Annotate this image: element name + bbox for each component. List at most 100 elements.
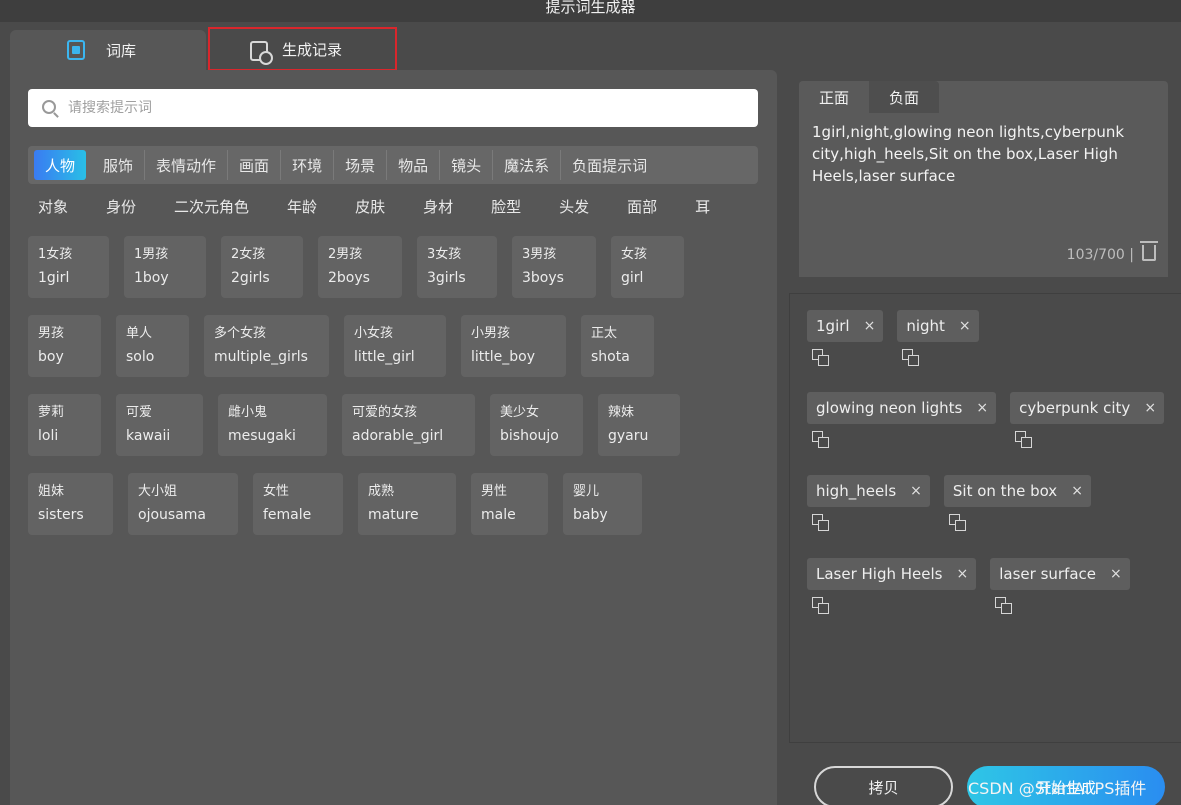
prompt-tag[interactable]: 1girl × (807, 310, 884, 342)
book-icon (67, 40, 85, 60)
tab-positive[interactable]: 正面 (799, 81, 869, 113)
category-tab[interactable]: 魔法系 (493, 150, 562, 180)
card-en: kawaii (126, 428, 171, 444)
category-tab[interactable]: 服饰 (92, 150, 146, 180)
subcategory-tab[interactable]: 年龄 (287, 196, 317, 226)
close-icon[interactable]: × (1144, 400, 1156, 416)
card-en: adorable_girl (352, 428, 444, 444)
prompt-card[interactable]: 1女孩 1girl (28, 236, 109, 298)
prompt-card[interactable]: 成熟 mature (358, 473, 456, 535)
card-en: girl (621, 270, 644, 286)
subcategory-tab[interactable]: 身材 (423, 196, 453, 226)
card-zh: 婴儿 (573, 484, 600, 499)
prompt-card[interactable]: 大小姐 ojousama (128, 473, 238, 535)
prompt-card[interactable]: 多个女孩 multiple_girls (204, 315, 329, 377)
subcategory-tab[interactable]: 面部 (627, 196, 657, 226)
translate-icon[interactable] (812, 514, 829, 531)
search-input[interactable] (68, 100, 758, 116)
tab-library-label: 词库 (106, 41, 137, 60)
prompt-tag[interactable]: cyberpunk city × (1010, 392, 1165, 424)
tag-item: cyberpunk city × (1010, 392, 1165, 448)
category-tab[interactable]: 负面提示词 (561, 150, 658, 180)
card-en: bishoujo (500, 428, 559, 444)
card-zh: 3男孩 (522, 247, 557, 262)
translate-icon[interactable] (1015, 431, 1033, 448)
category-tab[interactable]: 物品 (387, 150, 441, 180)
prompt-card[interactable]: 小男孩 little_boy (461, 315, 566, 377)
prompt-card[interactable]: 2女孩 2girls (221, 236, 303, 298)
prompt-card[interactable]: 小女孩 little_girl (344, 315, 446, 377)
card-zh: 3女孩 (427, 247, 462, 262)
trash-icon[interactable] (1140, 241, 1158, 261)
category-bar: 人物 服饰 表情动作 画面 环境 场景 物品 镜头 魔法系 负面提示词 (28, 146, 758, 184)
close-icon[interactable]: × (910, 483, 922, 499)
prompt-card[interactable]: 婴儿 baby (563, 473, 642, 535)
prompt-card[interactable]: 男孩 boy (28, 315, 101, 377)
prompt-card[interactable]: 2男孩 2boys (318, 236, 402, 298)
search-box[interactable] (28, 89, 758, 127)
subcategory-tab[interactable]: 身份 (106, 196, 136, 226)
card-en: 3boys (522, 270, 564, 286)
prompt-card[interactable]: 1男孩 1boy (124, 236, 206, 298)
close-icon[interactable]: × (1110, 566, 1122, 582)
tab-history[interactable]: 生成记录 (208, 27, 397, 71)
card-en: 1boy (134, 270, 169, 286)
prompt-card[interactable]: 3男孩 3boys (512, 236, 596, 298)
prompt-tag[interactable]: Sit on the box × (943, 475, 1091, 507)
prompt-card[interactable]: 女性 female (253, 473, 343, 535)
translate-icon[interactable] (902, 349, 920, 366)
translate-icon[interactable] (812, 349, 829, 366)
close-icon[interactable]: × (959, 318, 971, 334)
card-zh: 正太 (591, 326, 618, 341)
prompt-card[interactable]: 单人 solo (116, 315, 189, 377)
prompt-tag[interactable]: glowing neon lights × (807, 392, 997, 424)
prompt-textarea[interactable]: 1girl,night,glowing neon lights,cyberpun… (799, 113, 1168, 277)
close-icon[interactable]: × (864, 318, 876, 334)
prompt-card[interactable]: 姐妹 sisters (28, 473, 113, 535)
category-tab[interactable]: 环境 (281, 150, 335, 180)
prompt-card[interactable]: 可爱的女孩 adorable_girl (342, 394, 475, 456)
card-zh: 小男孩 (471, 326, 511, 341)
card-zh: 辣妹 (608, 405, 635, 420)
card-zh: 女孩 (621, 247, 648, 262)
prompt-card[interactable]: 男性 male (471, 473, 548, 535)
subcategory-tab[interactable]: 头发 (559, 196, 589, 226)
tab-negative[interactable]: 负面 (869, 81, 939, 113)
prompt-tag[interactable]: high_heels × (807, 475, 930, 507)
close-icon[interactable]: × (1071, 483, 1083, 499)
prompt-card[interactable]: 萝莉 loli (28, 394, 101, 456)
prompt-tag[interactable]: laser surface × (990, 558, 1130, 590)
subcategory-tab[interactable]: 皮肤 (355, 196, 385, 226)
translate-icon[interactable] (812, 597, 829, 614)
copy-button[interactable]: 拷贝 (814, 766, 953, 805)
prompt-tag[interactable]: Laser High Heels × (807, 558, 977, 590)
prompt-card[interactable]: 3女孩 3girls (417, 236, 497, 298)
translate-icon[interactable] (995, 597, 1013, 614)
close-icon[interactable]: × (976, 400, 988, 416)
search-icon (42, 100, 56, 114)
prompt-card[interactable]: 辣妹 gyaru (598, 394, 680, 456)
category-tab[interactable]: 镜头 (440, 150, 494, 180)
category-tab[interactable]: 场景 (334, 150, 388, 180)
translate-icon[interactable] (812, 431, 829, 448)
subcategory-tab[interactable]: 脸型 (491, 196, 521, 226)
card-row: 1女孩 1girl 1男孩 1boy 2女孩 2girls 2男孩 2boys 3女孩 3… (28, 236, 768, 298)
prompt-card[interactable]: 女孩 girl (611, 236, 684, 298)
card-en: ojousama (138, 507, 206, 523)
subcategory-tab[interactable]: 耳 (695, 196, 710, 226)
tab-library[interactable]: 词库 (10, 30, 206, 70)
card-en: male (481, 507, 516, 523)
category-tab[interactable]: 人物 (34, 150, 87, 180)
subcategory-tab[interactable]: 二次元角色 (174, 196, 249, 226)
category-tab[interactable]: 表情动作 (145, 150, 229, 180)
category-tab[interactable]: 画面 (228, 150, 282, 180)
prompt-card[interactable]: 正太 shota (581, 315, 654, 377)
prompt-card[interactable]: 雌小鬼 mesugaki (218, 394, 327, 456)
card-en: little_boy (471, 349, 535, 365)
translate-icon[interactable] (948, 514, 966, 531)
subcategory-tab[interactable]: 对象 (38, 196, 68, 226)
prompt-card[interactable]: 可爱 kawaii (116, 394, 203, 456)
prompt-card[interactable]: 美少女 bishoujo (490, 394, 583, 456)
close-icon[interactable]: × (957, 566, 969, 582)
prompt-tag[interactable]: night × (897, 310, 979, 342)
